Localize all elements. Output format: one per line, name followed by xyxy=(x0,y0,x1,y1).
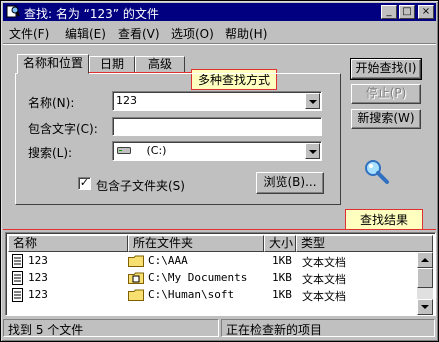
name-combobox[interactable]: 123 xyxy=(112,91,322,111)
result-name: 123 xyxy=(28,288,48,301)
status-state: 正在检查新的项目 xyxy=(221,319,435,337)
menu-help[interactable]: 帮助(H) xyxy=(225,25,267,42)
new-search-button[interactable]: 新搜索(W) xyxy=(351,109,421,129)
result-type: 文本文档 xyxy=(302,290,346,303)
search-in-dropdown-button[interactable] xyxy=(305,143,320,159)
scroll-thumb[interactable] xyxy=(417,268,433,288)
results-vertical-scrollbar[interactable] xyxy=(417,252,433,315)
browse-button[interactable]: 浏览(B)... xyxy=(256,172,324,194)
column-header-name[interactable]: 名称 xyxy=(8,235,128,252)
menu-file[interactable]: 文件(F) xyxy=(9,25,49,42)
my-documents-folder-icon xyxy=(128,272,144,284)
text-file-icon xyxy=(12,288,23,302)
tab-name-location[interactable]: 名称和位置 xyxy=(17,54,89,74)
search-in-combobox[interactable]: (C:) xyxy=(112,141,322,161)
name-dropdown-button[interactable] xyxy=(305,93,320,109)
menu-separator xyxy=(3,43,436,45)
result-type: 文本文档 xyxy=(302,273,346,286)
drive-icon xyxy=(117,147,131,154)
name-label: 名称(N): xyxy=(28,96,75,110)
search-in-value: (C:) xyxy=(146,144,167,157)
column-header-folder[interactable]: 所在文件夹 xyxy=(128,235,264,252)
result-size: 1KB xyxy=(272,271,292,284)
result-name: 123 xyxy=(28,271,48,284)
arrow-down-icon xyxy=(421,305,429,309)
contains-text-label: 包含文字(C): xyxy=(28,122,98,136)
column-header-type[interactable]: 类型 xyxy=(296,235,433,252)
find-now-button[interactable]: 开始查找(I) xyxy=(350,58,422,80)
search-in-label: 搜索(L): xyxy=(28,146,73,160)
result-name: 123 xyxy=(28,254,48,267)
results-list[interactable]: 名称 所在文件夹 大小 类型 123 C:\AAA 1KB 文本文档 123 C… xyxy=(5,232,436,316)
close-button[interactable]: × xyxy=(418,5,434,19)
column-header-size[interactable]: 大小 xyxy=(264,235,296,252)
find-window: 查找: 名为 “123” 的文件 _ □ × 文件(F) 编辑(E) 查看(V)… xyxy=(0,0,439,342)
subfolders-label: 包含子文件夹(S) xyxy=(96,179,185,193)
result-folder: C:\Human\soft xyxy=(148,288,235,301)
minimize-button[interactable]: _ xyxy=(381,5,397,19)
status-found-count: 找到 5 个文件 xyxy=(3,319,219,337)
find-window-icon xyxy=(6,5,20,18)
contains-text-input[interactable] xyxy=(112,117,322,136)
result-row[interactable]: 123 C:\AAA 1KB 文本文档 xyxy=(8,252,423,269)
name-input-value: 123 xyxy=(116,94,137,107)
arrow-up-icon xyxy=(421,258,429,262)
text-file-icon xyxy=(12,271,23,285)
menu-view[interactable]: 查看(V) xyxy=(118,25,160,42)
title-bar[interactable]: 查找: 名为 “123” 的文件 _ □ × xyxy=(3,3,436,21)
tab-panel: 名称(N): 123 包含文字(C): 搜索(L): (C:) ✓ 包含子文件夹… xyxy=(15,73,341,205)
magnifier-icon xyxy=(365,160,389,184)
menu-edit[interactable]: 编辑(E) xyxy=(65,25,106,42)
folder-icon xyxy=(128,289,144,301)
window-title: 查找: 名为 “123” 的文件 xyxy=(24,7,159,21)
result-row[interactable]: 123 C:\My Documents 1KB 文本文档 xyxy=(8,269,423,286)
scroll-down-button[interactable] xyxy=(417,299,433,315)
tab-advanced[interactable]: 高级 xyxy=(135,56,185,73)
result-folder: C:\My Documents xyxy=(148,271,248,284)
result-size: 1KB xyxy=(272,288,292,301)
results-highlight-line xyxy=(3,229,436,230)
result-size: 1KB xyxy=(272,254,292,267)
result-type: 文本文档 xyxy=(302,256,346,269)
text-file-icon xyxy=(12,254,23,268)
subfolders-checkbox[interactable]: ✓ xyxy=(78,177,91,190)
maximize-button[interactable]: □ xyxy=(399,5,415,19)
stop-button[interactable]: 停止(P) xyxy=(351,84,421,104)
result-row[interactable]: 123 C:\Human\soft 1KB 文本文档 xyxy=(8,286,423,303)
menu-options[interactable]: 选项(O) xyxy=(171,25,214,42)
result-folder: C:\AAA xyxy=(148,254,188,267)
tab-date[interactable]: 日期 xyxy=(89,56,135,73)
menu-bar: 文件(F) 编辑(E) 查看(V) 选项(O) 帮助(H) xyxy=(3,22,436,41)
folder-icon xyxy=(128,255,144,267)
callout-search-results: 查找结果 xyxy=(345,209,424,230)
scroll-up-button[interactable] xyxy=(417,252,433,268)
